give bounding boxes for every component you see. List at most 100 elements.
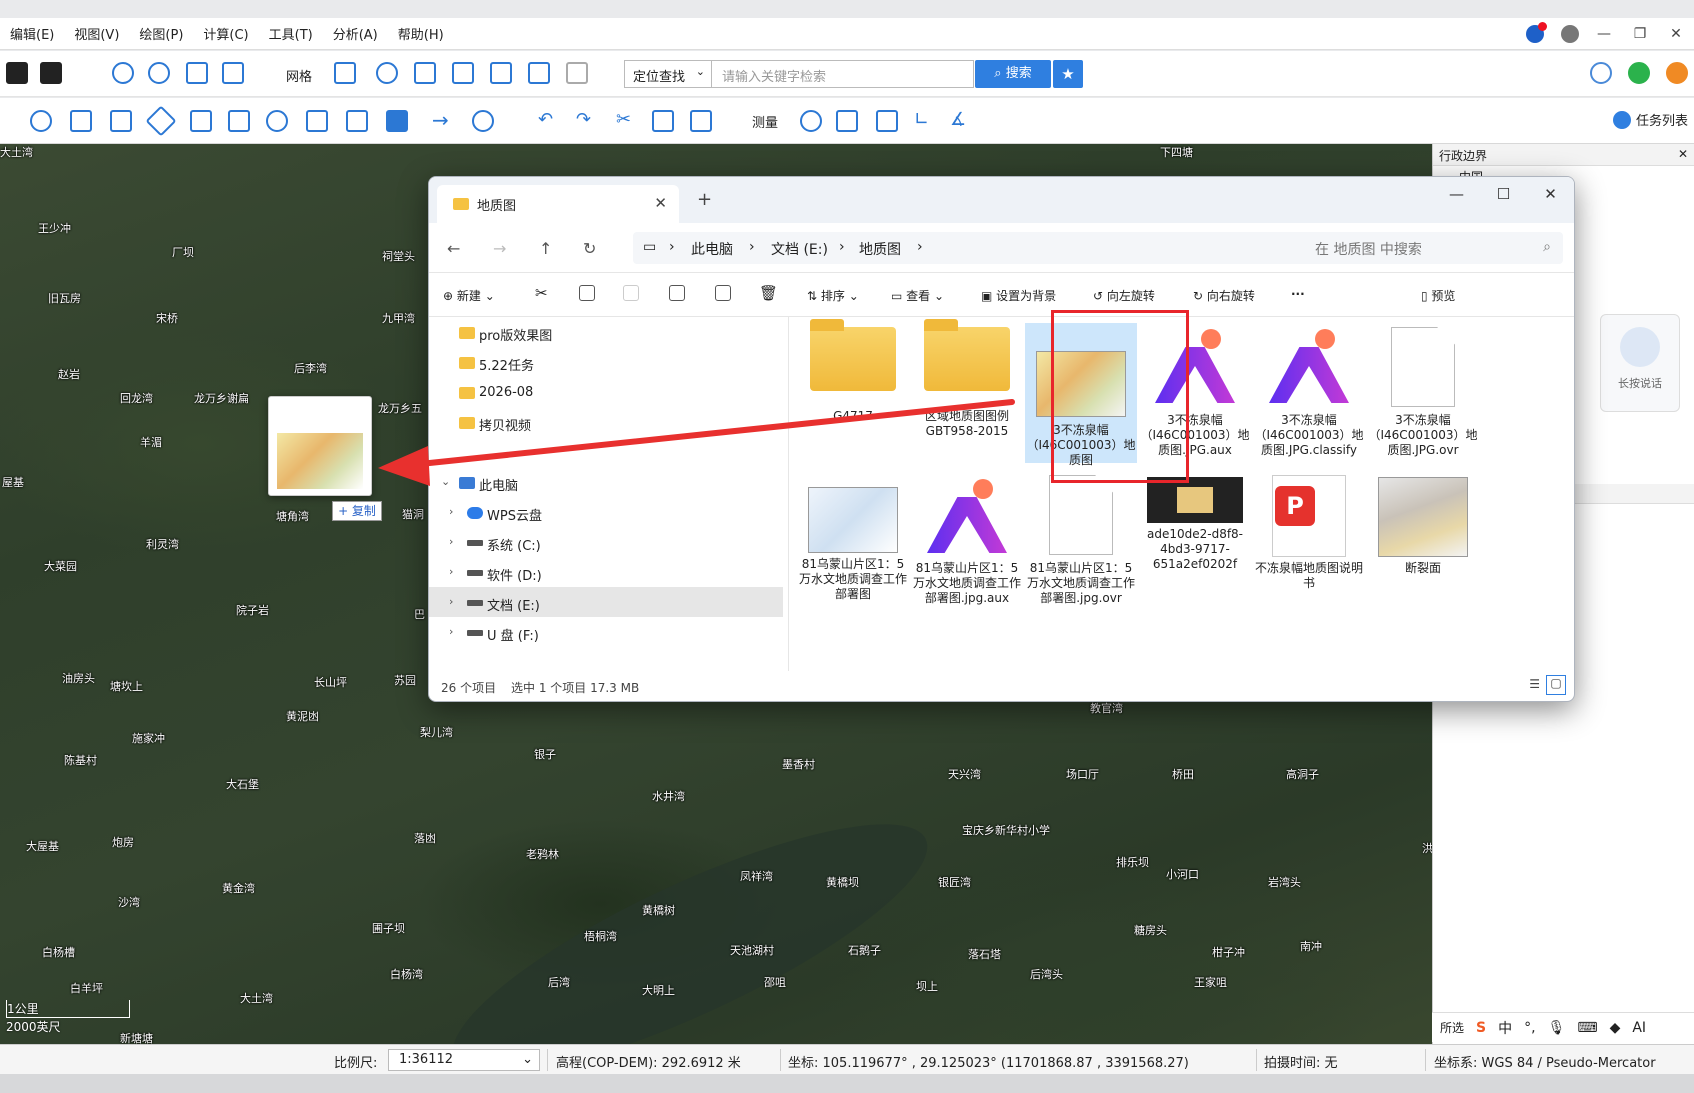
minimize-icon[interactable]: — xyxy=(1586,26,1622,42)
new-tab-icon[interactable]: + xyxy=(697,189,712,210)
menu-help[interactable]: 帮助(H) xyxy=(388,24,454,43)
close-icon[interactable]: ✕ xyxy=(1658,26,1694,42)
mgrs-grid-icon[interactable] xyxy=(490,62,512,84)
zoom-out-icon[interactable] xyxy=(148,62,170,84)
chinese-mode-icon[interactable]: 中 xyxy=(1498,1018,1512,1038)
keyboard-icon[interactable]: ⌨ xyxy=(1577,1020,1597,1036)
maximize-icon[interactable]: ☐ xyxy=(1480,177,1527,211)
view-button[interactable]: ▭ 查看 ⌄ xyxy=(891,287,944,304)
mic-icon[interactable]: 🎙 xyxy=(1548,1020,1566,1036)
full-extent-icon[interactable] xyxy=(222,62,244,84)
task-list-button[interactable]: 任务列表 xyxy=(1612,110,1688,129)
line-tool-icon[interactable] xyxy=(30,110,52,132)
grid-label[interactable]: 网格 xyxy=(286,66,312,85)
close-tab-icon[interactable]: ✕ xyxy=(654,194,667,212)
minimize-icon[interactable]: — xyxy=(1433,177,1480,211)
angle-icon[interactable]: ∟ xyxy=(912,110,934,132)
nm-grid-icon[interactable] xyxy=(452,62,474,84)
ruler-tool-icon[interactable] xyxy=(346,110,368,132)
chevron-right-icon[interactable]: › xyxy=(449,595,453,608)
arrow-tool-icon[interactable]: → xyxy=(430,110,452,132)
chevron-right-icon[interactable]: › xyxy=(449,565,453,578)
undo-icon[interactable]: ↶ xyxy=(536,110,558,132)
rotate-left-button[interactable]: ↺ 向左旋转 xyxy=(1093,287,1155,304)
area-icon[interactable] xyxy=(876,110,898,132)
breadcrumb-drive-e[interactable]: 文档 (E:) xyxy=(771,239,828,259)
file-item[interactable]: 81乌蒙山片区1：5万水文地质调查工作部署图.jpg.ovr xyxy=(1025,475,1137,606)
wechat-icon[interactable] xyxy=(1628,62,1650,84)
sogou-icon[interactable]: S xyxy=(1476,1020,1486,1036)
grid-icon[interactable] xyxy=(334,62,356,84)
nav-item[interactable]: 拷贝视频 xyxy=(429,407,783,437)
redo-icon[interactable]: ↷ xyxy=(574,110,596,132)
restore-icon[interactable]: ❐ xyxy=(1622,26,1658,42)
chevron-right-icon[interactable]: › xyxy=(449,625,453,638)
paste-icon[interactable] xyxy=(690,110,712,132)
file-item[interactable]: 81乌蒙山片区1：5万水文地质调查工作部署图 xyxy=(797,487,909,602)
heart-icon[interactable] xyxy=(1590,62,1612,84)
chevron-down-icon[interactable]: ⌄ xyxy=(441,475,450,488)
zoom-in-icon[interactable] xyxy=(112,62,134,84)
file-item[interactable]: 81乌蒙山片区1：5万水文地质调查工作部署图.jpg.aux xyxy=(911,477,1023,606)
taobao-icon[interactable] xyxy=(1666,62,1688,84)
rotate-right-button[interactable]: ↻ 向右旋转 xyxy=(1193,287,1255,304)
explorer-tab[interactable]: 地质图 ✕ xyxy=(437,185,679,223)
nav-item[interactable]: › U 盘 (F:) xyxy=(429,617,783,647)
breadcrumb-this-pc[interactable]: 此电脑 xyxy=(691,239,733,259)
favorite-icon[interactable]: ★ xyxy=(1053,60,1083,88)
search-button[interactable]: ⌕ 搜索 xyxy=(975,60,1051,88)
curve-tool-icon[interactable] xyxy=(472,110,494,132)
up-icon[interactable]: ↑ xyxy=(539,239,552,258)
rectangle-tool-icon[interactable] xyxy=(110,110,132,132)
delete-icon[interactable]: 🗑 xyxy=(759,284,778,302)
sort-button[interactable]: ⇅ 排序 ⌄ xyxy=(807,287,859,304)
imagery-icon[interactable] xyxy=(6,62,28,84)
tiles-view-icon[interactable]: ▢ xyxy=(1546,675,1566,695)
triangle-tool-icon[interactable] xyxy=(306,110,328,132)
nav-item[interactable]: › WPS云盘 xyxy=(429,497,783,527)
menu-calc[interactable]: 计算(C) xyxy=(193,24,258,43)
explorer-search-input[interactable]: 在 地质图 中搜索 ⌕ xyxy=(1301,232,1563,264)
back-icon[interactable]: ← xyxy=(447,239,460,258)
menu-draw[interactable]: 绘图(P) xyxy=(129,24,193,43)
search-input[interactable]: 请输入关键字检索 xyxy=(712,60,974,88)
avatar[interactable] xyxy=(1561,25,1579,43)
nav-item[interactable]: 5.22任务 xyxy=(429,347,783,377)
chevron-right-icon[interactable]: › xyxy=(449,505,453,518)
nav-item[interactable]: pro版效果图 xyxy=(429,317,783,347)
punctuation-icon[interactable]: °, xyxy=(1524,1020,1535,1036)
details-view-icon[interactable]: ☰ xyxy=(1529,677,1540,691)
nav-item[interactable]: › 软件 (D:) xyxy=(429,557,783,587)
text-tool-icon[interactable] xyxy=(386,110,408,132)
breadcrumb-folder[interactable]: 地质图 xyxy=(859,239,901,259)
file-item[interactable]: 3不冻泉幅（I46C001003）地质图.JPG.classify xyxy=(1253,327,1365,458)
file-item[interactable]: 3不冻泉幅（I46C001003）地质图.JPG.ovr xyxy=(1367,327,1479,458)
km-grid-icon[interactable] xyxy=(414,62,436,84)
breadcrumb[interactable]: ▭ › 此电脑 › 文档 (E:) › 地质图 › xyxy=(633,232,1403,264)
measure-label[interactable]: 测量 xyxy=(752,112,778,131)
locate-select[interactable]: 定位查找 ⌄ xyxy=(624,60,712,88)
file-item[interactable]: ade10de2-d8f8-4bd3-9717-651a2ef0202f xyxy=(1139,477,1251,572)
copy-icon[interactable] xyxy=(579,285,595,301)
share-icon[interactable] xyxy=(715,285,731,301)
message-icon[interactable] xyxy=(1526,22,1547,43)
file-item[interactable]: P 不冻泉幅地质图说明书 xyxy=(1253,475,1365,591)
close-icon[interactable]: ✕ xyxy=(1527,177,1574,211)
circle-tool-icon[interactable] xyxy=(266,110,288,132)
set-background-button[interactable]: ▣ 设置为背景 xyxy=(981,287,1056,304)
azimuth-icon[interactable]: ∡ xyxy=(948,110,970,132)
globe-grid-icon[interactable] xyxy=(376,62,398,84)
refresh-icon[interactable]: ↻ xyxy=(583,239,596,258)
more-button[interactable]: ··· xyxy=(1291,287,1305,301)
new-button[interactable]: ⊕ 新建 ⌄ xyxy=(443,287,495,304)
file-item[interactable]: 区域地质图图例GBT958-2015 xyxy=(911,319,1023,439)
polygon-tool-icon[interactable] xyxy=(145,105,177,137)
menu-view[interactable]: 视图(V) xyxy=(64,24,129,43)
paste-icon[interactable] xyxy=(623,285,639,301)
chevron-right-icon[interactable]: › xyxy=(449,535,453,548)
crs-link[interactable]: 坐标系: WGS 84 / Pseudo-Mercator xyxy=(1434,1052,1656,1071)
menu-analysis[interactable]: 分析(A) xyxy=(323,24,388,43)
distance-icon[interactable] xyxy=(836,110,858,132)
imagery-source-icon[interactable] xyxy=(40,62,62,84)
menu-tools[interactable]: 工具(T) xyxy=(259,24,323,43)
